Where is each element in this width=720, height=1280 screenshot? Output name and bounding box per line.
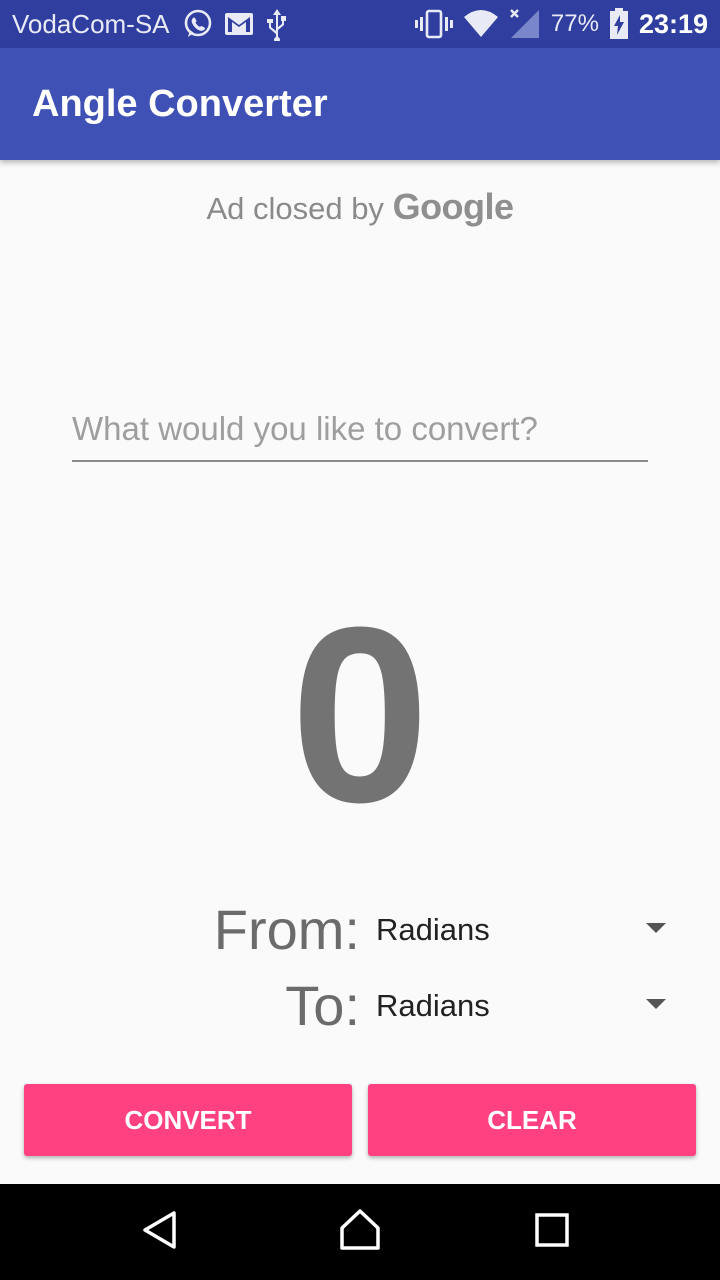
back-button[interactable] <box>130 1202 190 1262</box>
result-value: 0 <box>290 575 430 854</box>
to-unit-value: Radians <box>376 988 490 1023</box>
dropdown-arrow-icon <box>646 999 666 1009</box>
battery-charging-icon <box>609 8 629 40</box>
clear-button[interactable]: CLEAR <box>368 1084 696 1156</box>
vibrate-icon <box>414 9 453 39</box>
carrier-name: VodaCom-SA <box>12 8 170 39</box>
from-unit-value: Radians <box>376 912 490 947</box>
from-label: From: <box>213 898 360 961</box>
recents-button[interactable] <box>522 1202 582 1262</box>
status-bar: VodaCom-SA 77% 23:19 <box>0 0 720 48</box>
dropdown-arrow-icon <box>646 923 666 933</box>
recents-icon <box>534 1212 570 1253</box>
ad-closed-text: Ad closed by <box>206 191 384 226</box>
from-row: From: Radians <box>0 890 720 970</box>
to-label: To: <box>285 974 360 1037</box>
home-icon <box>338 1208 382 1257</box>
to-unit-dropdown[interactable]: Radians <box>376 966 672 1046</box>
signal-icon <box>509 8 541 40</box>
usb-icon <box>264 7 290 41</box>
ad-closed-notice: Ad closed by Google <box>0 186 720 228</box>
gmail-icon <box>224 12 254 36</box>
convert-button[interactable]: CONVERT <box>24 1084 352 1156</box>
whatsapp-icon <box>182 8 214 40</box>
google-logo: Google <box>392 186 515 227</box>
navigation-bar <box>0 1184 720 1280</box>
status-left: VodaCom-SA <box>12 7 290 41</box>
convert-input[interactable] <box>72 400 648 458</box>
wifi-icon <box>463 9 499 39</box>
battery-percent: 77% <box>550 10 599 37</box>
convert-input-field <box>72 400 648 462</box>
app-bar: Angle Converter <box>0 48 720 160</box>
app-title: Angle Converter <box>32 82 328 125</box>
from-unit-dropdown[interactable]: Radians <box>376 890 672 970</box>
status-right: 77% 23:19 <box>414 8 708 40</box>
home-button[interactable] <box>330 1202 390 1262</box>
to-row: To: Radians <box>0 966 720 1046</box>
status-time: 23:19 <box>638 8 708 39</box>
back-icon <box>140 1210 180 1255</box>
